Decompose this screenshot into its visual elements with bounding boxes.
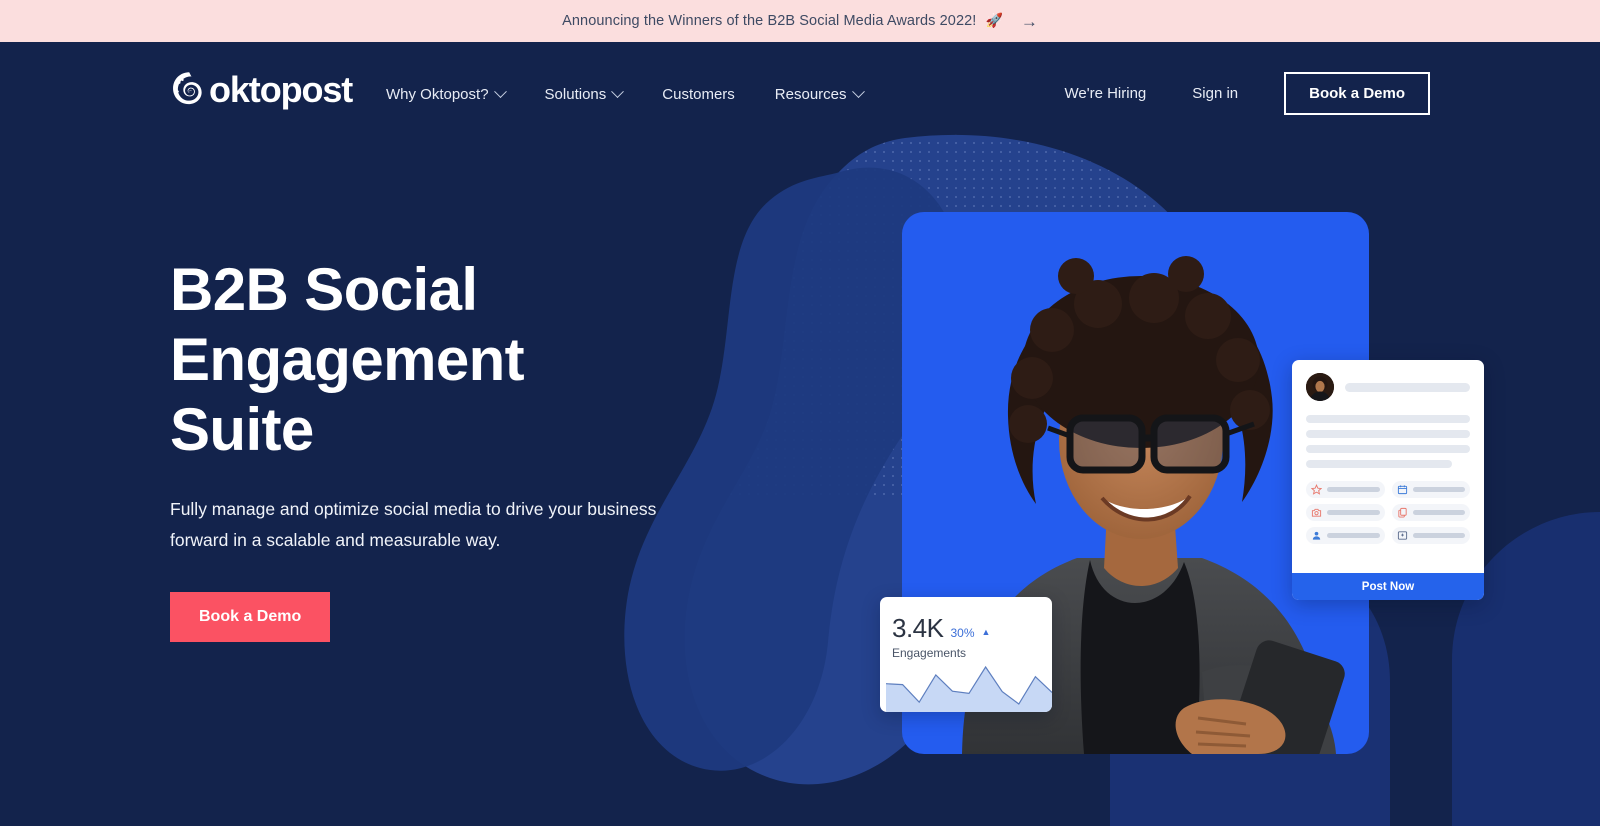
user-profile-icon [1312,531,1321,540]
composer-options-grid [1306,481,1470,544]
nav-item-solutions[interactable]: Solutions [545,80,645,109]
logo[interactable]: oktopost [170,69,353,110]
stat-value: 3.4K [892,613,944,643]
engagements-sparkline-chart [886,665,1052,712]
document-copy-icon [1397,507,1407,518]
nav-label: Why Oktopost? [386,86,489,103]
page-title: B2B Social Engagement Suite [170,256,525,463]
nav-label: Resources [774,86,847,103]
star-icon [1311,484,1322,495]
composer-option-profile[interactable] [1306,527,1385,544]
stat-headline-row: 3.4K 30% ▲ [892,615,1052,641]
chevron-down-icon [611,85,625,99]
chevron-down-icon [851,85,865,99]
header-book-a-demo-button[interactable]: Book a Demo [1284,72,1430,115]
post-composer-card: Post Now [1292,360,1484,600]
option-label-placeholder [1327,533,1380,538]
rocket-icon: 🚀 [985,12,1003,28]
option-label-placeholder [1412,533,1465,538]
composer-text-placeholder[interactable] [1306,415,1470,468]
nav-item-resources[interactable]: Resources [775,80,885,109]
secondary-navigation: We're Hiring Sign in Book a Demo [1064,72,1430,115]
nav-label: Customers [662,86,735,103]
placeholder-line [1306,460,1452,468]
site-header: oktopost Why Oktopost? Solutions Custome… [0,42,1600,138]
composer-option-image-card[interactable] [1391,527,1470,544]
hero-copy: B2B Social Engagement Suite Fully manage… [170,255,730,642]
option-label-placeholder [1412,510,1465,515]
post-now-button[interactable]: Post Now [1292,573,1484,600]
hero-book-a-demo-button[interactable]: Book a Demo [170,592,331,642]
placeholder-line [1306,445,1470,453]
stat-delta: 30% [950,626,975,640]
composer-option-star[interactable] [1306,481,1385,498]
trend-up-icon: ▲ [981,627,991,637]
option-label-placeholder [1327,510,1380,515]
avatar [1306,373,1334,401]
nav-link-were-hiring[interactable]: We're Hiring [1064,77,1146,110]
composer-option-calendar[interactable] [1391,481,1470,498]
logo-wordmark: oktopost [209,69,353,110]
arrow-right-icon[interactable]: → [1021,13,1038,30]
stat-label: Engagements [892,646,967,660]
chevron-down-icon [493,85,507,99]
camera-icon [1311,508,1322,517]
placeholder-line [1306,430,1470,438]
calendar-icon [1397,485,1407,495]
option-label-placeholder [1327,487,1380,492]
composer-option-camera[interactable] [1306,504,1385,521]
option-label-placeholder [1412,487,1465,492]
composer-header [1306,373,1470,401]
announcement-banner[interactable]: Announcing the Winners of the B2B Social… [0,0,1600,42]
nav-item-customers[interactable]: Customers [662,80,757,109]
hero-subtitle: Fully manage and optimize social media t… [170,499,657,550]
nav-link-sign-in[interactable]: Sign in [1192,77,1238,110]
composer-name-placeholder [1345,382,1470,392]
avatar-image [1306,373,1334,401]
announcement-text: Announcing the Winners of the B2B Social… [562,13,977,29]
placeholder-line [1306,415,1470,423]
primary-navigation: Why Oktopost? Solutions Customers Resour… [386,80,903,109]
hero-visual: Post Now 3.4K 30% ▲ Engagements [730,100,1600,826]
nav-label: Solutions [544,86,607,103]
engagements-stats-card: 3.4K 30% ▲ Engagements [880,597,1052,712]
octopus-spiral-icon [173,72,202,105]
composer-option-document[interactable] [1391,504,1470,521]
image-card-icon [1397,531,1407,540]
nav-item-why-oktopost[interactable]: Why Oktopost? [386,80,527,109]
landing-page: Announcing the Winners of the B2B Social… [0,0,1600,826]
